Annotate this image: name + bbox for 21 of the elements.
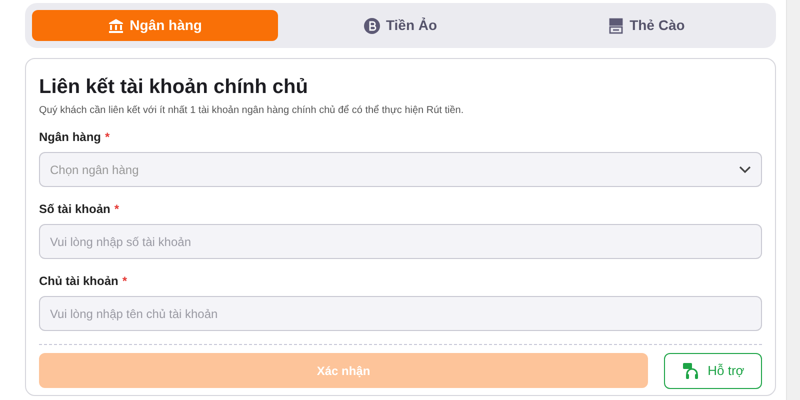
- bank-icon: [108, 18, 124, 34]
- required-mark: *: [105, 129, 110, 146]
- input-field[interactable]: Vui lòng nhập số tài khoản: [39, 224, 762, 259]
- form-title: Liên kết tài khoản chính chủ: [39, 75, 309, 99]
- card-icon: [608, 18, 624, 34]
- bitcoin-icon: [364, 18, 380, 34]
- tab[interactable]: Tiền Ảo: [278, 10, 524, 41]
- form-description: Quý khách cần liên kết với ít nhất 1 tài khoản ngân hàng chính chủ để có thể thực hiện Rút tiền.: [39, 104, 465, 118]
- required-mark: *: [114, 201, 120, 218]
- field-label: Ngân hàng: [39, 129, 101, 146]
- support-button[interactable]: Hỗ trợ: [664, 353, 762, 389]
- headset-chat-icon: [682, 362, 700, 380]
- input-field[interactable]: Vui lòng nhập tên chủ tài khoản: [39, 296, 762, 331]
- select-placeholder: Chọn ngân hàng: [50, 162, 139, 178]
- chevron-down-icon: [739, 166, 751, 174]
- field-label: Chủ tài khoản: [39, 273, 118, 290]
- required-mark: *: [122, 273, 128, 290]
- select-field[interactable]: Chọn ngân hàng: [39, 152, 762, 187]
- tab[interactable]: Ngân hàng: [32, 10, 278, 41]
- field-label: Số tài khoản: [39, 201, 110, 218]
- tab[interactable]: Thẻ Cào: [523, 10, 770, 41]
